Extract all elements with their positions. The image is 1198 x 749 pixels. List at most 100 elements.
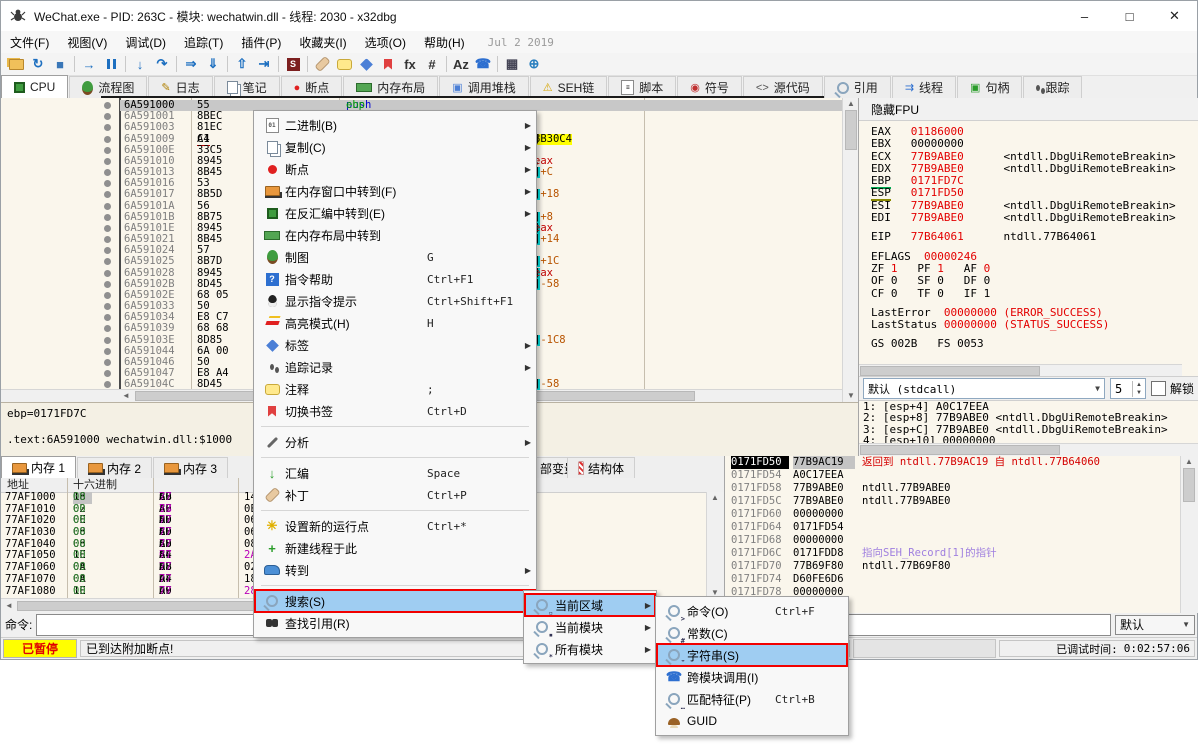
menu-item-标签[interactable]: 标签▶: [255, 334, 535, 356]
menu-调试(D)[interactable]: 调试(D): [116, 31, 175, 53]
scroll-up-icon[interactable]: ▲: [845, 99, 857, 109]
scroll-thumb[interactable]: [860, 445, 1060, 455]
menu-item-命令(O)[interactable]: 命令(O)Ctrl+F: [657, 600, 847, 622]
open-folder-icon[interactable]: [5, 54, 27, 74]
tab-流程图[interactable]: 流程图: [69, 76, 147, 98]
register-list[interactable]: EAX 01186000EBX 00000000ECX 77B9ABE0 <nt…: [871, 126, 1196, 351]
bookmarks-icon[interactable]: [377, 54, 399, 74]
breakpoint-dot-icon[interactable]: [104, 147, 111, 154]
tab-符号[interactable]: ◉符号: [677, 76, 742, 98]
stack-row[interactable]: 0171FD640171FD54: [725, 521, 1198, 534]
breakpoint-dot-icon[interactable]: [104, 292, 111, 299]
menu-item-查找引用(R)[interactable]: 查找引用(R)▶: [255, 612, 535, 634]
tab-脚本[interactable]: ≡脚本: [608, 76, 676, 98]
tab-断点[interactable]: ●断点: [281, 76, 343, 98]
tab-日志[interactable]: ✎日志: [148, 76, 212, 98]
menu-收藏夹(I)[interactable]: 收藏夹(I): [290, 31, 355, 53]
menu-item-所有模块[interactable]: 所有模块▶: [525, 638, 655, 660]
tab-源代码[interactable]: <>源代码: [743, 76, 823, 98]
slog-icon[interactable]: S: [282, 54, 304, 74]
modcall-icon[interactable]: ☎: [472, 54, 494, 74]
scroll-thumb[interactable]: [845, 110, 857, 150]
breakpoint-dot-icon[interactable]: [104, 236, 111, 243]
breakpoint-dot-icon[interactable]: [104, 325, 111, 332]
menu-item-复制(C)[interactable]: 复制(C)▶: [255, 136, 535, 158]
maximize-button[interactable]: □: [1107, 1, 1152, 31]
stack-pane[interactable]: 0171FD5077B9AC19返回到 ntdll.77B9AC19 自 ntd…: [724, 456, 1198, 613]
register-line[interactable]: EIP 77B64061 ntdll.77B64061: [871, 231, 1196, 243]
menu-item-注释[interactable]: 注释;: [255, 378, 535, 400]
tab-内存 3[interactable]: 内存 3: [153, 457, 228, 478]
menu-选项(O)[interactable]: 选项(O): [356, 31, 415, 53]
pause-icon[interactable]: [100, 54, 122, 74]
menu-插件(P)[interactable]: 插件(P): [232, 31, 290, 53]
tab-句柄[interactable]: ▣句柄: [957, 76, 1022, 98]
stack-row[interactable]: 0171FD7077B69F80ntdll.77B69F80: [725, 560, 1198, 573]
stack-row[interactable]: 0171FD5877B9ABE0ntdll.77B9ABE0: [725, 482, 1198, 495]
menu-item-显示指令提示[interactable]: 显示指令提示Ctrl+Shift+F1: [255, 290, 535, 312]
tab-结构体[interactable]: 结构体: [567, 457, 635, 478]
strings-az-icon[interactable]: Az: [450, 54, 472, 74]
hide-fpu-button[interactable]: 隐藏FPU: [859, 98, 1198, 121]
menu-item-在反汇编中转到(E)[interactable]: 在反汇编中转到(E)▶: [255, 202, 535, 224]
patches-icon[interactable]: [311, 54, 333, 74]
register-line[interactable]: LastStatus 00000000 (STATUS_SUCCESS): [871, 319, 1196, 331]
menu-item-追踪记录[interactable]: 追踪记录▶: [255, 356, 535, 378]
function-icon[interactable]: fx: [399, 54, 421, 74]
menu-item-字符串(S)[interactable]: 字符串(S): [657, 644, 847, 666]
breakpoint-dot-icon[interactable]: [104, 180, 111, 187]
stack-row[interactable]: 0171FD6000000000: [725, 508, 1198, 521]
breakpoint-dot-icon[interactable]: [104, 359, 111, 366]
hash-icon[interactable]: #: [421, 54, 443, 74]
tab-内存布局[interactable]: 内存布局: [343, 76, 438, 98]
stack-row[interactable]: 0171FD74D60FE6D6: [725, 573, 1198, 586]
menu-item-补丁[interactable]: 补丁Ctrl+P: [255, 484, 535, 506]
stack-row[interactable]: 0171FD54A0C17EEA: [725, 469, 1198, 482]
menu-item-汇编[interactable]: ↓汇编Space: [255, 462, 535, 484]
menu-item-断点[interactable]: 断点▶: [255, 158, 535, 180]
menu-item-在内存布局中转到[interactable]: 在内存布局中转到: [255, 224, 535, 246]
breakpoint-dot-icon[interactable]: [104, 102, 111, 109]
stack-vscrollbar[interactable]: ▲: [1180, 456, 1198, 613]
breakpoint-dot-icon[interactable]: [104, 258, 111, 265]
arguments-hscrollbar[interactable]: [859, 443, 1198, 456]
breakpoint-dot-icon[interactable]: [104, 214, 111, 221]
register-line[interactable]: GS 002B FS 0053: [871, 338, 1196, 350]
calculator-icon[interactable]: ▦: [501, 54, 523, 74]
tab-CPU[interactable]: CPU: [1, 75, 68, 98]
skip-exception-icon[interactable]: ⇥: [253, 54, 275, 74]
breakpoint-dot-icon[interactable]: [104, 158, 111, 165]
menu-item-制图[interactable]: 制图G: [255, 246, 535, 268]
menu-item-转到[interactable]: 转到▶: [255, 559, 535, 581]
tab-线程[interactable]: ⇉线程: [892, 76, 956, 98]
menu-item-二进制(B)[interactable]: 01二进制(B)▶: [255, 114, 535, 136]
scroll-thumb[interactable]: [1183, 468, 1195, 502]
calling-convention-select[interactable]: 默认 (stdcall) ▼: [863, 378, 1105, 399]
scroll-left-icon[interactable]: ◄: [3, 601, 15, 611]
minimize-button[interactable]: –: [1062, 1, 1107, 31]
execute-till-return-icon[interactable]: ⇒: [180, 54, 202, 74]
restart-icon[interactable]: ↻: [27, 54, 49, 74]
unlock-checkbox[interactable]: 解锁: [1151, 380, 1194, 397]
breakpoint-dot-icon[interactable]: [104, 136, 111, 143]
stop-icon[interactable]: ■: [49, 54, 71, 74]
menu-item-高亮模式(H)[interactable]: 高亮模式(H)H: [255, 312, 535, 334]
scroll-down-icon[interactable]: ▼: [845, 391, 857, 401]
step-into-icon[interactable]: ↓: [129, 54, 151, 74]
breakpoint-dot-icon[interactable]: [104, 381, 111, 388]
menu-item-在内存窗口中转到(F)[interactable]: 在内存窗口中转到(F)▶: [255, 180, 535, 202]
breakpoint-dot-icon[interactable]: [104, 203, 111, 210]
tab-调用堆栈[interactable]: ▣调用堆栈: [439, 76, 528, 98]
checkbox-icon[interactable]: [1151, 381, 1166, 396]
breakpoint-dot-icon[interactable]: [104, 303, 111, 310]
menu-item-新建线程于此[interactable]: +新建线程于此: [255, 537, 535, 559]
tab-引用[interactable]: 引用: [824, 76, 891, 98]
scroll-up-icon[interactable]: ▲: [1183, 457, 1195, 467]
menu-item-切换书签[interactable]: 切换书签Ctrl+D: [255, 400, 535, 422]
breakpoint-dot-icon[interactable]: [104, 169, 111, 176]
menu-item-设置新的运行点[interactable]: ✳设置新的运行点Ctrl+*: [255, 515, 535, 537]
breakpoint-dot-icon[interactable]: [104, 314, 111, 321]
scroll-up-icon[interactable]: ▲: [709, 493, 721, 503]
internet-icon[interactable]: ⊕: [523, 54, 545, 74]
register-line[interactable]: CF 0 TF 0 IF 1: [871, 288, 1196, 300]
